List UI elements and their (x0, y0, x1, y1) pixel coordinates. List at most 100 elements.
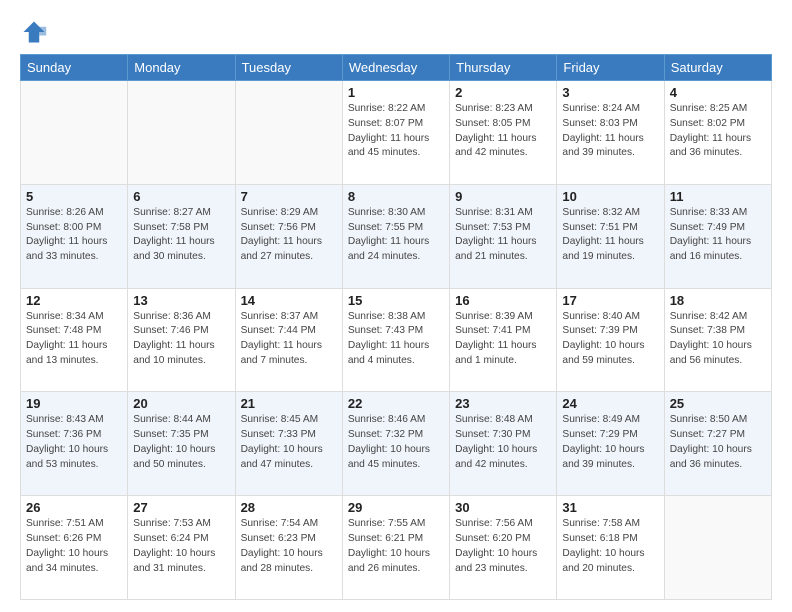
week-row-0: 1Sunrise: 8:22 AM Sunset: 8:07 PM Daylig… (21, 81, 772, 185)
day-info: Sunrise: 7:51 AM Sunset: 6:26 PM Dayligh… (26, 517, 122, 576)
day-info: Sunrise: 8:48 AM Sunset: 7:30 PM Dayligh… (455, 413, 551, 472)
day-cell: 27 Sunrise: 7:53 AM Sunset: 6:24 PM Dayli… (128, 496, 235, 600)
day-info: Sunrise: 7:58 AM Sunset: 6:18 PM Dayligh… (562, 517, 658, 576)
day-number: 5 (26, 189, 122, 204)
day-info: Sunrise: 8:40 AM Sunset: 7:39 PM Dayligh… (562, 310, 658, 369)
day-cell (21, 81, 128, 185)
day-cell: 2Sunrise: 8:23 AM Sunset: 8:05 PM Daylig… (450, 81, 557, 185)
day-cell: 4 Sunrise: 8:25 AM Sunset: 8:02 PM Daylig… (664, 81, 771, 185)
day-cell: 30 Sunrise: 7:56 AM Sunset: 6:20 PM Dayli… (450, 496, 557, 600)
logo-icon (20, 18, 48, 46)
week-row-2: 12 Sunrise: 8:34 AM Sunset: 7:48 PM Dayli… (21, 288, 772, 392)
day-number: 7 (241, 189, 337, 204)
day-info: Sunrise: 8:44 AM Sunset: 7:35 PM Dayligh… (133, 413, 229, 472)
day-cell: 24 Sunrise: 8:49 AM Sunset: 7:29 PM Dayli… (557, 392, 664, 496)
day-info: Sunrise: 8:38 AM Sunset: 7:43 PM Dayligh… (348, 310, 444, 369)
day-number: 3 (562, 85, 658, 100)
day-number: 10 (562, 189, 658, 204)
day-number: 14 (241, 293, 337, 308)
day-cell: 23 Sunrise: 8:48 AM Sunset: 7:30 PM Dayli… (450, 392, 557, 496)
day-cell: 22 Sunrise: 8:46 AM Sunset: 7:32 PM Dayli… (342, 392, 449, 496)
day-number: 25 (670, 396, 766, 411)
weekday-sunday: Sunday (21, 55, 128, 81)
day-info: Sunrise: 8:50 AM Sunset: 7:27 PM Dayligh… (670, 413, 766, 472)
day-number: 4 (670, 85, 766, 100)
day-info: Sunrise: 8:39 AM Sunset: 7:41 PM Dayligh… (455, 310, 551, 369)
weekday-wednesday: Wednesday (342, 55, 449, 81)
day-number: 19 (26, 396, 122, 411)
weekday-friday: Friday (557, 55, 664, 81)
day-cell: 7 Sunrise: 8:29 AM Sunset: 7:56 PM Daylig… (235, 184, 342, 288)
day-number: 23 (455, 396, 551, 411)
day-cell: 9Sunrise: 8:31 AM Sunset: 7:53 PM Daylig… (450, 184, 557, 288)
day-cell: 15 Sunrise: 8:38 AM Sunset: 7:43 PM Dayli… (342, 288, 449, 392)
day-number: 29 (348, 500, 444, 515)
day-number: 22 (348, 396, 444, 411)
day-cell: 11Sunrise: 8:33 AM Sunset: 7:49 PM Dayli… (664, 184, 771, 288)
day-number: 13 (133, 293, 229, 308)
weekday-header-row: SundayMondayTuesdayWednesdayThursdayFrid… (21, 55, 772, 81)
day-info: Sunrise: 8:26 AM Sunset: 8:00 PM Dayligh… (26, 206, 122, 265)
day-cell: 12 Sunrise: 8:34 AM Sunset: 7:48 PM Dayli… (21, 288, 128, 392)
day-cell: 28 Sunrise: 7:54 AM Sunset: 6:23 PM Dayli… (235, 496, 342, 600)
day-number: 17 (562, 293, 658, 308)
day-cell: 31 Sunrise: 7:58 AM Sunset: 6:18 PM Dayli… (557, 496, 664, 600)
day-info: Sunrise: 8:42 AM Sunset: 7:38 PM Dayligh… (670, 310, 766, 369)
day-info: Sunrise: 8:27 AM Sunset: 7:58 PM Dayligh… (133, 206, 229, 265)
day-number: 12 (26, 293, 122, 308)
week-row-1: 5 Sunrise: 8:26 AM Sunset: 8:00 PM Daylig… (21, 184, 772, 288)
day-info: Sunrise: 7:53 AM Sunset: 6:24 PM Dayligh… (133, 517, 229, 576)
week-row-3: 19 Sunrise: 8:43 AM Sunset: 7:36 PM Dayli… (21, 392, 772, 496)
week-row-4: 26 Sunrise: 7:51 AM Sunset: 6:26 PM Dayli… (21, 496, 772, 600)
day-number: 28 (241, 500, 337, 515)
day-number: 31 (562, 500, 658, 515)
day-cell: 25 Sunrise: 8:50 AM Sunset: 7:27 PM Dayli… (664, 392, 771, 496)
day-info: Sunrise: 8:46 AM Sunset: 7:32 PM Dayligh… (348, 413, 444, 472)
day-cell: 29 Sunrise: 7:55 AM Sunset: 6:21 PM Dayli… (342, 496, 449, 600)
day-info: Sunrise: 8:45 AM Sunset: 7:33 PM Dayligh… (241, 413, 337, 472)
day-cell: 20 Sunrise: 8:44 AM Sunset: 7:35 PM Dayli… (128, 392, 235, 496)
day-cell: 16 Sunrise: 8:39 AM Sunset: 7:41 PM Dayli… (450, 288, 557, 392)
day-cell: 19 Sunrise: 8:43 AM Sunset: 7:36 PM Dayli… (21, 392, 128, 496)
day-info: Sunrise: 7:55 AM Sunset: 6:21 PM Dayligh… (348, 517, 444, 576)
header (20, 18, 772, 46)
day-cell: 6 Sunrise: 8:27 AM Sunset: 7:58 PM Daylig… (128, 184, 235, 288)
day-number: 16 (455, 293, 551, 308)
day-info: Sunrise: 8:25 AM Sunset: 8:02 PM Dayligh… (670, 102, 766, 161)
day-cell: 5 Sunrise: 8:26 AM Sunset: 8:00 PM Daylig… (21, 184, 128, 288)
day-info: Sunrise: 8:24 AM Sunset: 8:03 PM Dayligh… (562, 102, 658, 161)
day-info: Sunrise: 8:32 AM Sunset: 7:51 PM Dayligh… (562, 206, 658, 265)
day-info: Sunrise: 7:54 AM Sunset: 6:23 PM Dayligh… (241, 517, 337, 576)
day-info: Sunrise: 8:33 AM Sunset: 7:49 PM Dayligh… (670, 206, 766, 265)
day-number: 2 (455, 85, 551, 100)
day-info: Sunrise: 8:31 AM Sunset: 7:53 PM Dayligh… (455, 206, 551, 265)
day-info: Sunrise: 7:56 AM Sunset: 6:20 PM Dayligh… (455, 517, 551, 576)
day-cell: 14 Sunrise: 8:37 AM Sunset: 7:44 PM Dayli… (235, 288, 342, 392)
day-number: 6 (133, 189, 229, 204)
calendar-table: SundayMondayTuesdayWednesdayThursdayFrid… (20, 54, 772, 600)
day-number: 26 (26, 500, 122, 515)
weekday-monday: Monday (128, 55, 235, 81)
day-info: Sunrise: 8:49 AM Sunset: 7:29 PM Dayligh… (562, 413, 658, 472)
day-info: Sunrise: 8:29 AM Sunset: 7:56 PM Dayligh… (241, 206, 337, 265)
day-number: 24 (562, 396, 658, 411)
weekday-thursday: Thursday (450, 55, 557, 81)
day-info: Sunrise: 8:36 AM Sunset: 7:46 PM Dayligh… (133, 310, 229, 369)
day-number: 30 (455, 500, 551, 515)
day-number: 21 (241, 396, 337, 411)
day-number: 20 (133, 396, 229, 411)
day-cell: 26 Sunrise: 7:51 AM Sunset: 6:26 PM Dayli… (21, 496, 128, 600)
day-number: 15 (348, 293, 444, 308)
day-info: Sunrise: 8:34 AM Sunset: 7:48 PM Dayligh… (26, 310, 122, 369)
day-cell: 3 Sunrise: 8:24 AM Sunset: 8:03 PM Daylig… (557, 81, 664, 185)
page: SundayMondayTuesdayWednesdayThursdayFrid… (0, 0, 792, 612)
day-number: 27 (133, 500, 229, 515)
day-info: Sunrise: 8:37 AM Sunset: 7:44 PM Dayligh… (241, 310, 337, 369)
logo (20, 18, 52, 46)
day-info: Sunrise: 8:43 AM Sunset: 7:36 PM Dayligh… (26, 413, 122, 472)
day-cell: 8Sunrise: 8:30 AM Sunset: 7:55 PM Daylig… (342, 184, 449, 288)
weekday-tuesday: Tuesday (235, 55, 342, 81)
day-number: 18 (670, 293, 766, 308)
day-cell: 21 Sunrise: 8:45 AM Sunset: 7:33 PM Dayli… (235, 392, 342, 496)
day-info: Sunrise: 8:22 AM Sunset: 8:07 PM Dayligh… (348, 102, 444, 161)
